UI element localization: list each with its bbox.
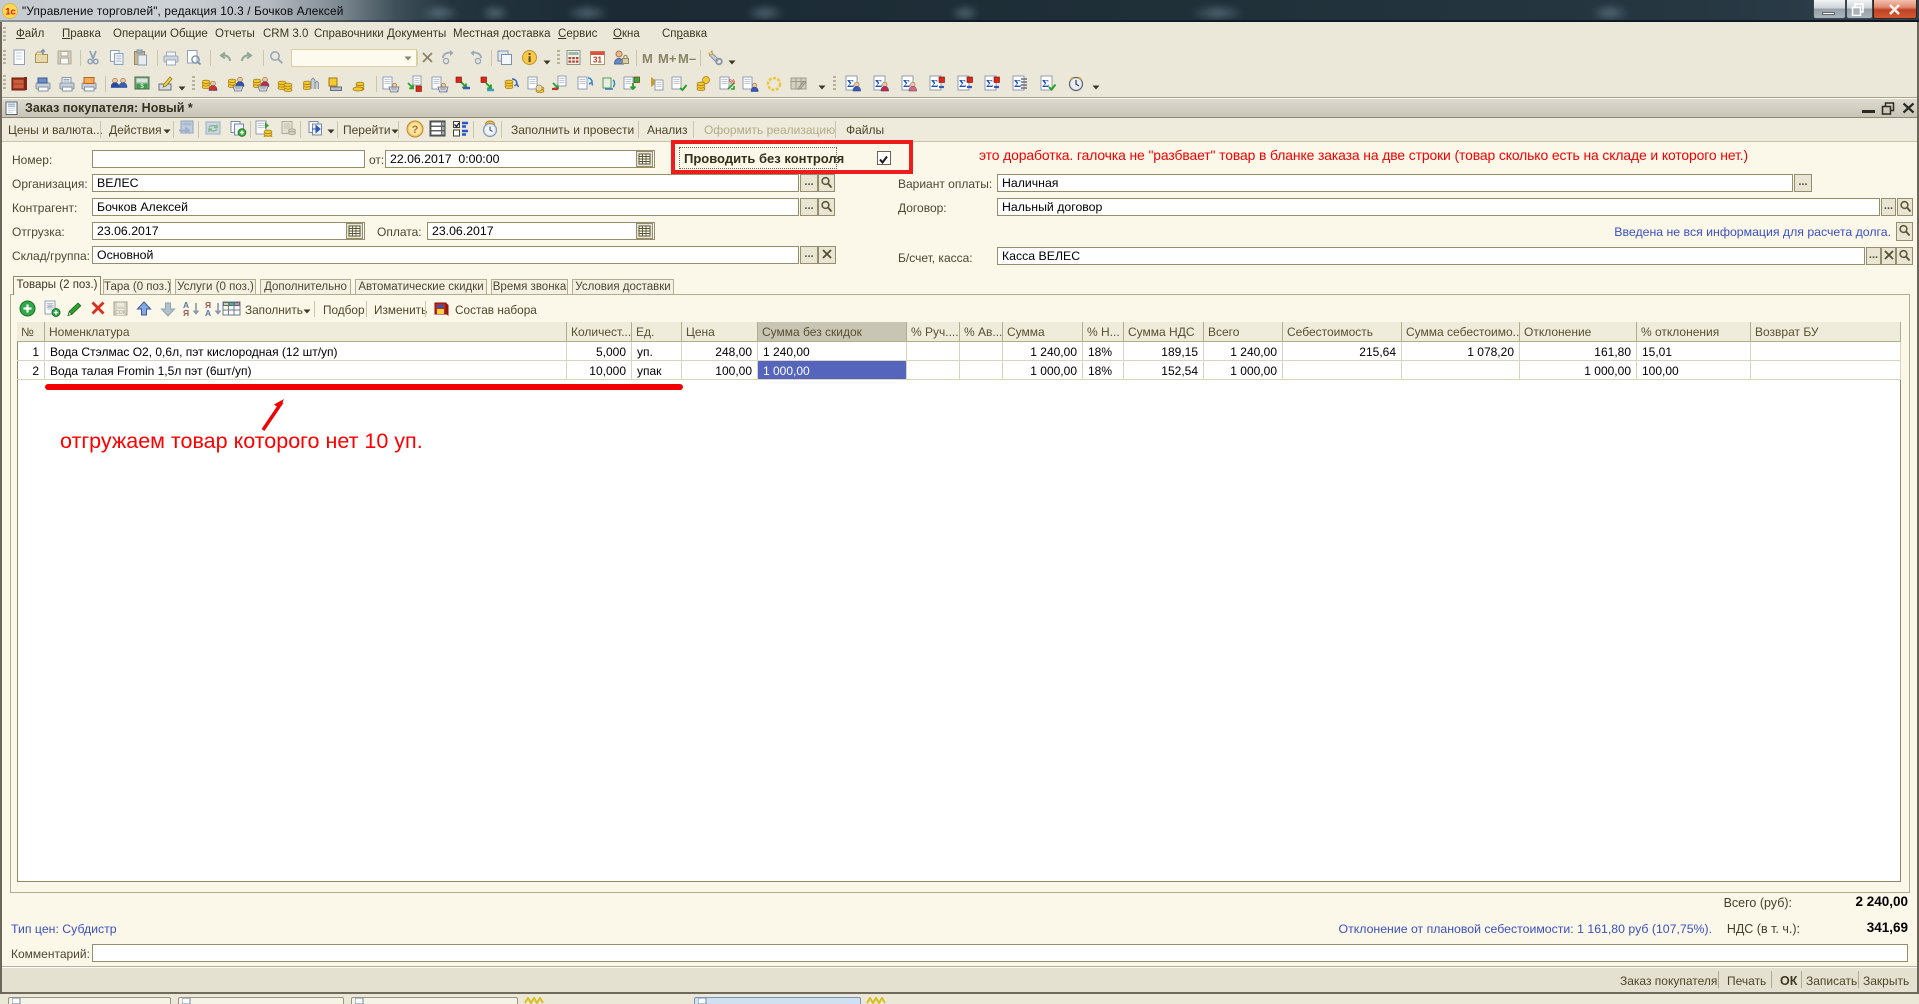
svg-text:Σ: Σ xyxy=(1014,78,1021,90)
svg-text:Σ: Σ xyxy=(875,78,882,90)
svg-text:Σ: Σ xyxy=(959,78,966,90)
svg-text:31: 31 xyxy=(593,56,602,65)
svg-text:1с: 1с xyxy=(5,7,16,18)
svg-text:Σ: Σ xyxy=(847,78,854,90)
svg-text:Σ: Σ xyxy=(903,78,910,90)
svg-text:Σ: Σ xyxy=(1042,78,1049,90)
svg-text:%: % xyxy=(729,79,735,86)
svg-text:COK: COK xyxy=(115,310,127,316)
svg-text:А: А xyxy=(205,308,211,318)
svg-text:Σ: Σ xyxy=(931,78,938,90)
svg-text:?: ? xyxy=(412,124,419,136)
svg-text:Σ: Σ xyxy=(986,78,993,90)
svg-text:Я: Я xyxy=(183,308,189,318)
